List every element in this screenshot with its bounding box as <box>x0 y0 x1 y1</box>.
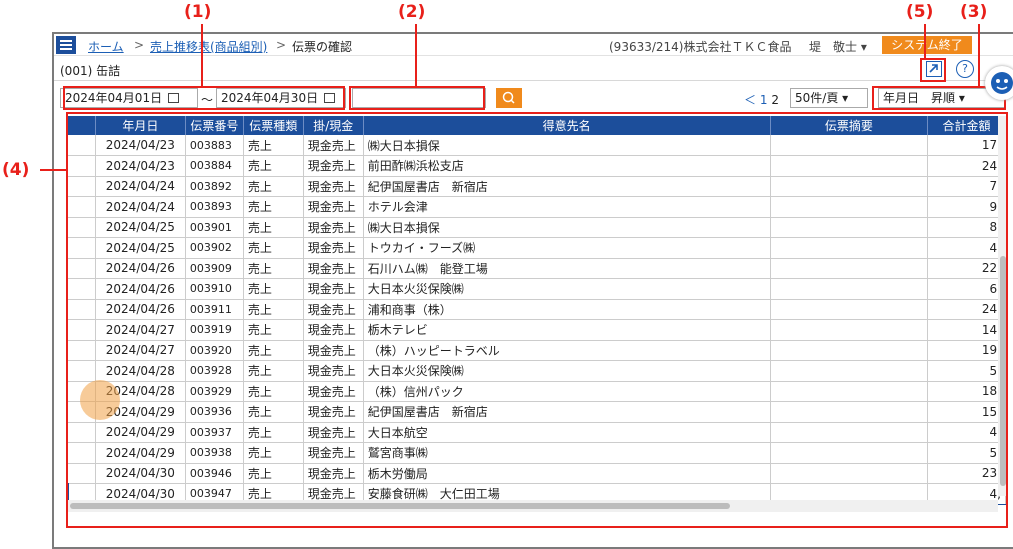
callout-line-4 <box>40 169 66 171</box>
annotation-5: (5) <box>906 2 934 22</box>
annotation-3: (3) <box>960 2 988 22</box>
hamburger-menu-icon[interactable] <box>56 36 76 54</box>
callout-box-2 <box>349 86 485 110</box>
screen-header: (001) 缶詰 ? <box>54 57 1013 81</box>
annotation-4: (4) <box>2 160 30 180</box>
user-menu[interactable]: 堤 敬士 ▾ <box>809 38 867 55</box>
annotation-1: (1) <box>184 2 212 22</box>
assistant-mascot-icon[interactable] <box>985 66 1013 100</box>
callout-box-1 <box>63 86 345 110</box>
callout-box-5 <box>920 58 946 82</box>
breadcrumb-current: 伝票の確認 <box>292 40 353 54</box>
callout-line-1 <box>201 24 203 86</box>
callout-line-3 <box>978 24 980 86</box>
annotation-2: (2) <box>398 2 426 22</box>
floating-scroll-button[interactable] <box>80 380 120 420</box>
callout-line-5 <box>924 24 926 58</box>
breadcrumb-home-link[interactable]: ホーム <box>88 38 124 55</box>
search-button[interactable] <box>496 88 522 108</box>
help-icon[interactable]: ? <box>956 60 974 78</box>
breadcrumb-separator: > <box>134 38 145 52</box>
company-name: (93633/214)株式会社ＴＫＣ食品 <box>609 40 792 54</box>
breadcrumb-separator: > <box>276 38 287 52</box>
search-icon <box>502 91 515 104</box>
screen-title: (001) 缶詰 <box>60 64 121 78</box>
breadcrumb-sales-link[interactable]: 売上推移表(商品組別) <box>150 38 267 55</box>
per-page-select[interactable]: 50件/頁 ▾ <box>790 88 868 108</box>
system-exit-button[interactable]: システム終了 <box>882 36 972 54</box>
pagination: ＜ 1 2 <box>744 91 779 108</box>
top-bar: ホーム > 売上推移表(商品組別) > 伝票の確認 (93633/214)株式会… <box>54 34 1013 56</box>
page-1-link[interactable]: 1 <box>760 93 768 107</box>
callout-line-2 <box>415 24 417 86</box>
page-prev-button[interactable]: ＜ <box>744 93 756 107</box>
page-2-current: 2 <box>771 93 779 107</box>
callout-box-4 <box>66 112 1008 528</box>
